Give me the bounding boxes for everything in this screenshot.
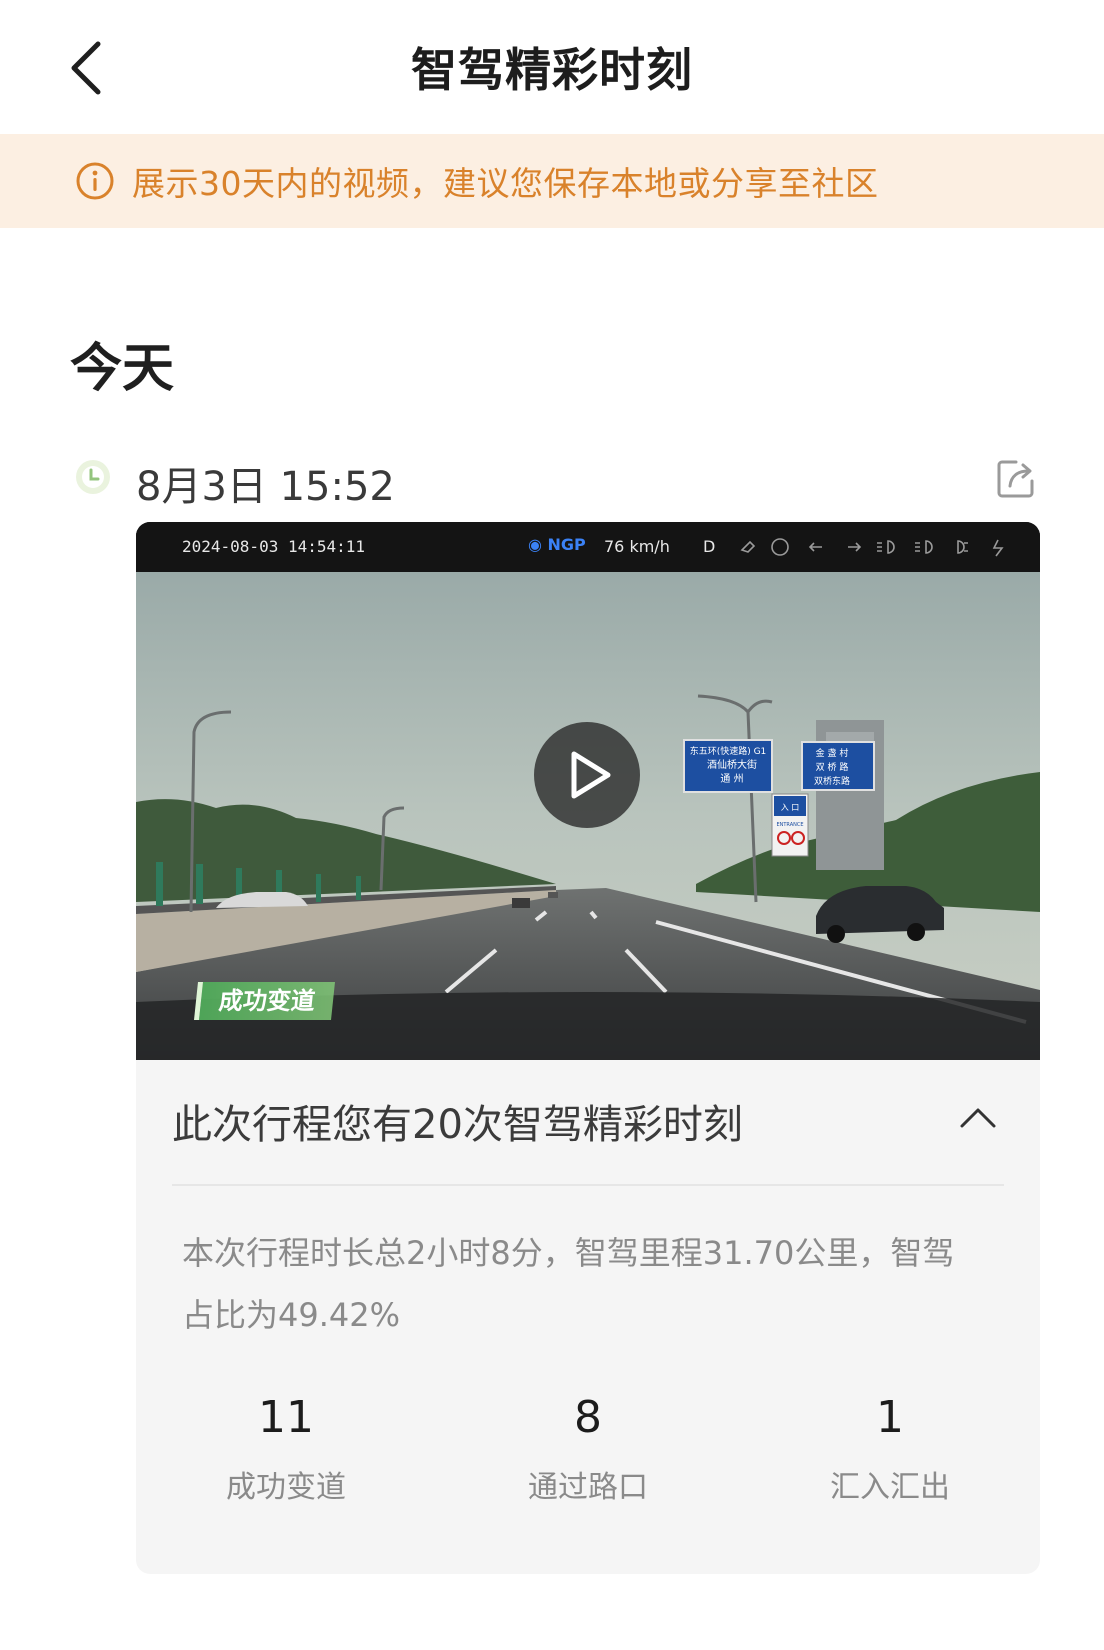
info-circle-icon [76, 162, 114, 200]
stat-value: 1 [876, 1392, 904, 1443]
collapse-button[interactable] [958, 1102, 998, 1132]
ngp-badge: ◉ NGP [528, 535, 586, 554]
moment-tag: 成功变道 [194, 982, 335, 1020]
chevron-up-icon [960, 1108, 996, 1128]
sign-small-line2: ENTRANCE [776, 822, 803, 828]
sign-left-line2: 酒仙桥大街 [707, 758, 757, 771]
stat-label: 通过路口 [528, 1470, 648, 1505]
stats-row: 11 成功变道 8 通过路口 1 汇入汇出 [136, 1392, 1040, 1522]
play-icon [571, 751, 611, 799]
clock-icon [76, 460, 110, 494]
summary-title: 此次行程您有20次智驾精彩时刻 [172, 1102, 743, 1148]
stat-label: 成功变道 [226, 1470, 346, 1505]
section-title-today: 今天 [70, 339, 175, 399]
stat-merge: 1 汇入汇出 [740, 1392, 1040, 1506]
stat-label: 汇入汇出 [830, 1470, 950, 1505]
sign-right-line1: 金 盏 村 [816, 747, 849, 759]
stat-intersections: 8 通过路口 [438, 1392, 738, 1506]
top-bar: 智驾精彩时刻 [0, 0, 1104, 134]
entry-time: 8月3日 15:52 [136, 464, 395, 510]
share-button[interactable] [994, 456, 1038, 500]
ngp-label: NGP [547, 535, 586, 554]
video-status-bar: 2024-08-03 14:54:11 ◉ NGP 76 km/h D [136, 522, 1040, 572]
sign-left-line1: 东五环(快速路) G1 [690, 745, 767, 757]
stat-lane-change: 11 成功变道 [136, 1392, 436, 1506]
sign-small-line1: 入 口 [781, 803, 800, 812]
video-thumbnail[interactable]: 2024-08-03 14:54:11 ◉ NGP 76 km/h D 东五环(… [136, 522, 1040, 1060]
moment-card: 2024-08-03 14:54:11 ◉ NGP 76 km/h D 东五环(… [136, 522, 1040, 1574]
stat-value: 11 [258, 1392, 314, 1443]
video-speed: 76 km/h [604, 537, 670, 556]
page-title: 智驾精彩时刻 [411, 43, 693, 97]
share-icon [997, 460, 1034, 498]
summary-description: 本次行程时长总2小时8分，智驾里程31.70公里，智驾占比为49.42% [182, 1234, 955, 1334]
notice-text: 展示30天内的视频，建议您保存本地或分享至社区 [132, 164, 879, 203]
sign-right-line2: 双 桥 路 [816, 761, 849, 773]
vehicle-indicator-icons [740, 538, 1004, 557]
video-gear: D [703, 537, 716, 556]
entry-time-row: 8月3日 15:52 [74, 454, 1034, 510]
highlights-page: 智驾精彩时刻 展示30天内的视频，建议您保存本地或分享至社区 今天 8月3日 1… [0, 0, 1104, 1650]
divider [172, 1184, 1004, 1186]
sign-right-line3: 双桥东路 [814, 775, 850, 787]
play-button[interactable] [534, 722, 640, 828]
sign-left-line3: 通 州 [720, 773, 743, 785]
video-timestamp: 2024-08-03 14:54:11 [182, 537, 366, 556]
stat-value: 8 [574, 1392, 602, 1443]
